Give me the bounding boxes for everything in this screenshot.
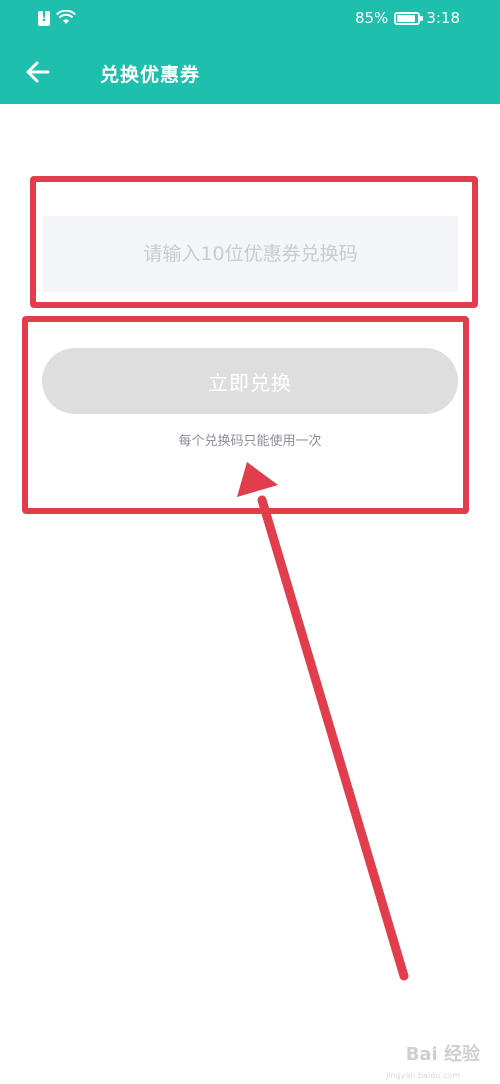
watermark: Bai 经验	[405, 1044, 480, 1065]
highlight-box-input	[30, 176, 478, 308]
watermark-sub: jingyan.baidu.com	[386, 1071, 460, 1080]
status-bar: 85% 3:18	[0, 0, 500, 40]
status-left	[38, 10, 76, 26]
sim-alert-icon	[38, 10, 50, 26]
arrow-left-icon[interactable]	[22, 56, 54, 88]
wifi-icon	[56, 10, 76, 24]
app-header: 兑换优惠券	[0, 40, 500, 104]
clock: 3:18	[426, 9, 460, 27]
page-title: 兑换优惠券	[100, 64, 201, 86]
annotation-arrow	[237, 462, 409, 981]
status-right: 85% 3:18	[355, 9, 460, 27]
highlight-box-button	[22, 316, 469, 514]
battery-icon	[394, 11, 424, 25]
battery-percent: 85%	[354, 9, 389, 27]
